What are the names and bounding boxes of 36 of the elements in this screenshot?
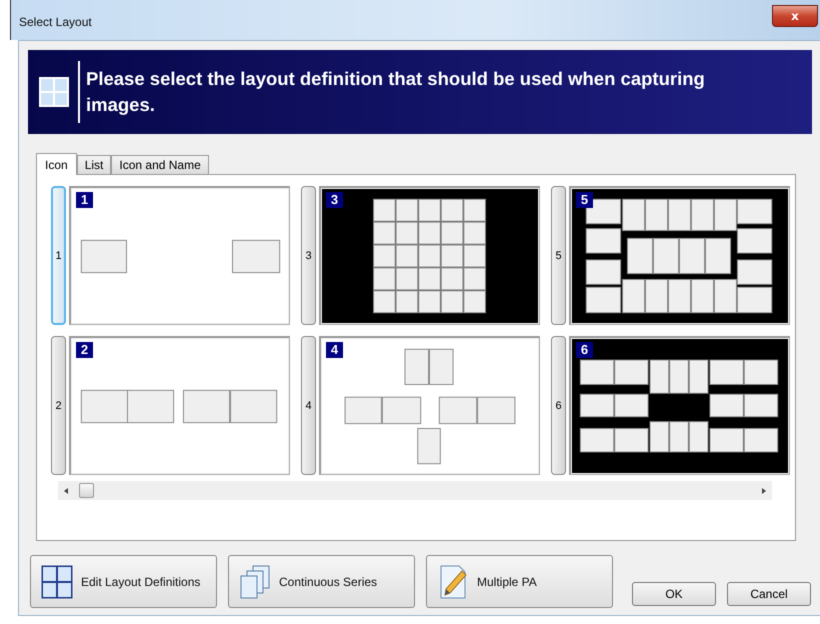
layout-number: 4 — [326, 342, 343, 358]
scroll-right-icon[interactable] — [760, 486, 768, 494]
layout-number: 1 — [76, 192, 93, 208]
pages-icon — [239, 564, 271, 598]
window-title: Select Layout — [19, 15, 92, 29]
grid-icon — [38, 76, 70, 108]
scroll-thumb[interactable] — [79, 483, 94, 498]
tab[interactable]: List — [76, 155, 112, 174]
dialog-button[interactable]: Cancel — [727, 582, 811, 606]
layout-thumbnail[interactable]: 3 — [319, 186, 540, 325]
layout-tab[interactable]: 4 — [301, 336, 316, 475]
close-button[interactable]: x — [772, 5, 818, 27]
layout-tab[interactable]: 5 — [551, 186, 566, 325]
horizontal-scrollbar[interactable] — [58, 481, 772, 500]
layout-thumbnail[interactable]: 1 — [69, 186, 290, 325]
layout-thumbnail[interactable]: 4 — [319, 336, 540, 475]
dialog-button[interactable]: OK — [632, 582, 716, 606]
action-button[interactable]: Multiple PA — [426, 555, 613, 608]
layout-thumbnail[interactable]: 6 — [569, 336, 790, 475]
layout-number: 3 — [326, 192, 343, 208]
tab[interactable]: Icon — [36, 153, 77, 175]
layout-thumbnail[interactable]: 2 — [69, 336, 290, 475]
layout-number: 6 — [576, 342, 593, 358]
instruction-text: Please select the layout definition that should be used when capturing images. — [86, 67, 706, 117]
layout-tab[interactable]: 6 — [551, 336, 566, 475]
layout-tab[interactable]: 2 — [51, 336, 66, 475]
tab[interactable]: Icon and Name — [111, 155, 209, 174]
layout-number: 5 — [576, 192, 593, 208]
layout-tab[interactable]: 3 — [301, 186, 316, 325]
action-button[interactable]: Edit Layout Definitions — [30, 555, 217, 608]
layout-tab[interactable]: 1 — [51, 186, 66, 325]
layout-number: 2 — [76, 342, 93, 358]
layout-thumbnail[interactable]: 5 — [569, 186, 790, 325]
scroll-left-icon[interactable] — [62, 486, 70, 494]
grid-icon — [41, 564, 73, 598]
action-button[interactable]: Continuous Series — [228, 555, 415, 608]
